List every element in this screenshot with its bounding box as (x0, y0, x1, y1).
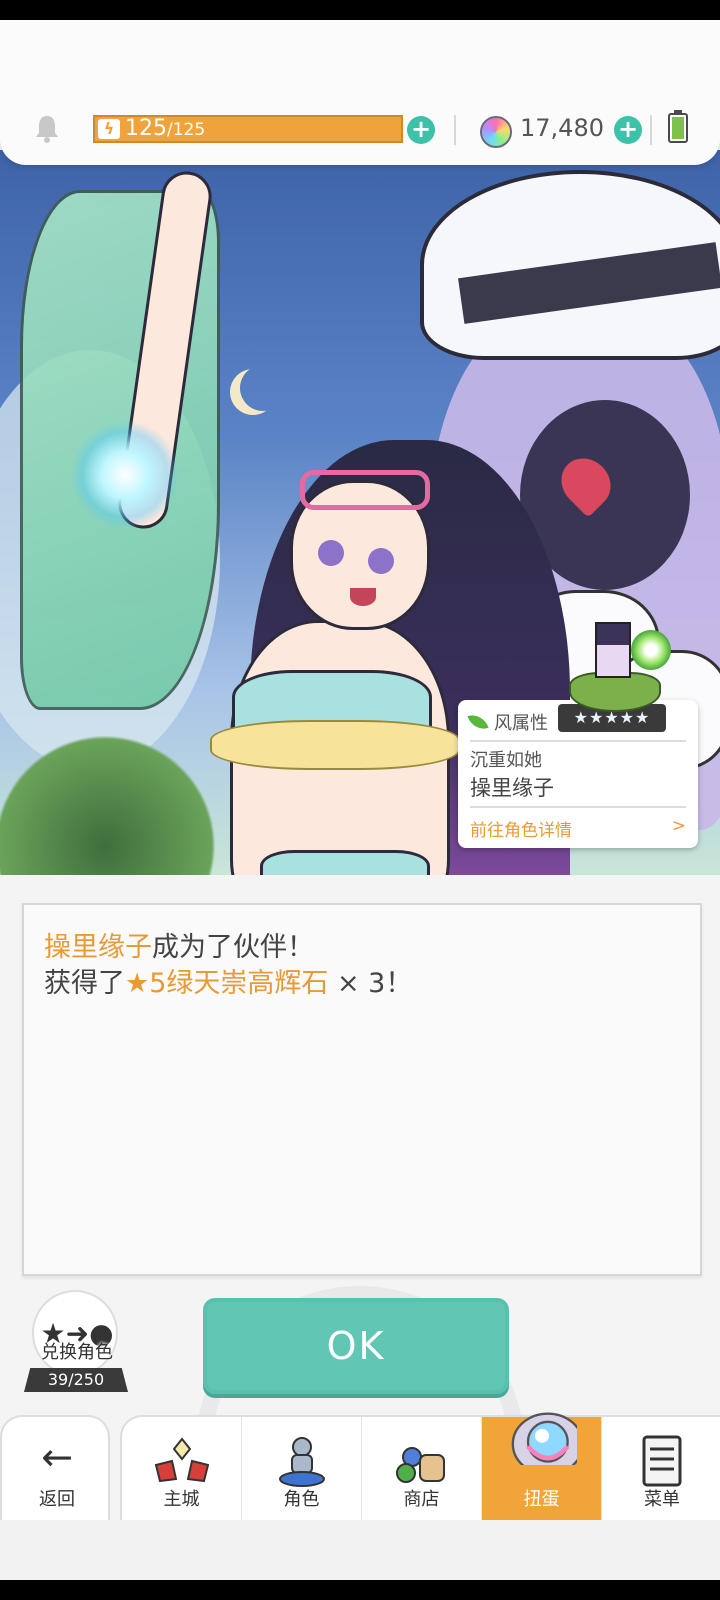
stamina-bar: ϟ 125/125 (93, 115, 403, 143)
nav-tabs: 主城 角色 商店 扭蛋 菜单 (120, 1412, 720, 1520)
nav-label: 商店 (403, 1489, 440, 1510)
add-stamina-button[interactable]: + (407, 116, 435, 144)
character-icon (279, 1437, 325, 1487)
gacha-icon (511, 1412, 577, 1465)
divider (454, 115, 456, 145)
art-sunglasses (300, 470, 430, 510)
stamina-text: 125/125 (125, 115, 205, 144)
message-line-1: 操里缘子成为了伙伴！ (44, 925, 314, 964)
status-strip (0, 0, 720, 20)
screen: ϟ 125/125 + 17,480 + 风属性 ★★★★★ 沉重如她 操里缘子… (0, 0, 720, 1600)
battery-icon (668, 110, 688, 143)
arrow-left-icon: ← (41, 1435, 73, 1479)
nav-item-shop[interactable]: 商店 (362, 1417, 482, 1520)
nav-floor (0, 1520, 720, 1580)
gem-icon (480, 116, 512, 148)
add-gems-button[interactable]: + (614, 116, 642, 144)
divider (650, 115, 652, 145)
action-area: ★➜● 兑换角色 39/250 OK (0, 1276, 720, 1600)
nav-label: 菜单 (644, 1489, 680, 1510)
back-label: 返回 (39, 1489, 75, 1510)
ok-label: OK (326, 1324, 386, 1368)
shop-icon (396, 1447, 445, 1483)
message-line-2: 获得了★5绿天崇高辉石 × 3！ (44, 961, 412, 1000)
bottom-strip (0, 1580, 720, 1600)
nav-label: 扭蛋 (523, 1489, 560, 1510)
menu-icon (642, 1435, 682, 1487)
character-detail-link[interactable]: 前往角色详情 (470, 816, 572, 841)
message-text: 成为了伙伴！ (152, 932, 314, 963)
stamina-max: /125 (167, 120, 206, 140)
top-bar: ϟ 125/125 + 17,480 + (0, 20, 720, 165)
bottom-nav: ← 返回 主城 角色 商店 扭蛋 菜单 (0, 1412, 720, 1520)
back-button[interactable]: ← 返回 (0, 1415, 110, 1520)
art-moon (240, 365, 286, 411)
art-mouth (350, 588, 376, 606)
art-eye (318, 540, 344, 566)
exchange-label[interactable]: 兑换角色 (24, 1338, 130, 1364)
nav-label: 角色 (283, 1489, 320, 1510)
character-sprite-icon (565, 620, 671, 735)
message-text: 获得了 (44, 968, 125, 999)
message-text: × 3！ (328, 968, 413, 999)
art-palm (0, 710, 220, 875)
character-name: 操里缘子 (470, 776, 554, 800)
character-name-highlight: 操里缘子 (44, 932, 152, 963)
divider (470, 806, 686, 808)
nav-label: 主城 (163, 1489, 200, 1510)
item-name-highlight: ★5绿天崇高辉石 (125, 968, 329, 999)
exchange-count: 39/250 (24, 1368, 128, 1392)
ok-button[interactable]: OK (203, 1298, 509, 1394)
element-label: 风属性 (494, 713, 548, 734)
wind-element-icon (467, 710, 489, 734)
bell-icon[interactable] (32, 113, 62, 143)
character-title: 沉重如她 (470, 750, 542, 771)
art-swimsuit-bottom (260, 850, 430, 875)
gem-count: 17,480 (520, 114, 604, 142)
sparkle-icon (70, 420, 180, 530)
chevron-right-icon[interactable]: > (672, 816, 686, 836)
nav-item-gacha[interactable]: 扭蛋 (482, 1412, 602, 1520)
art-frill (210, 720, 460, 770)
result-message-box: 操里缘子成为了伙伴！ 获得了★5绿天崇高辉石 × 3！ (22, 903, 702, 1276)
stamina-current: 125 (125, 116, 167, 141)
art-eye (368, 548, 394, 574)
bolt-icon: ϟ (98, 119, 120, 139)
element-row: 风属性 (467, 708, 548, 736)
divider (470, 740, 686, 742)
nav-item-menu[interactable]: 菜单 (602, 1417, 720, 1520)
nav-item-main-city[interactable]: 主城 (122, 1417, 242, 1520)
castle-icon (154, 1437, 210, 1483)
nav-item-characters[interactable]: 角色 (242, 1417, 362, 1520)
